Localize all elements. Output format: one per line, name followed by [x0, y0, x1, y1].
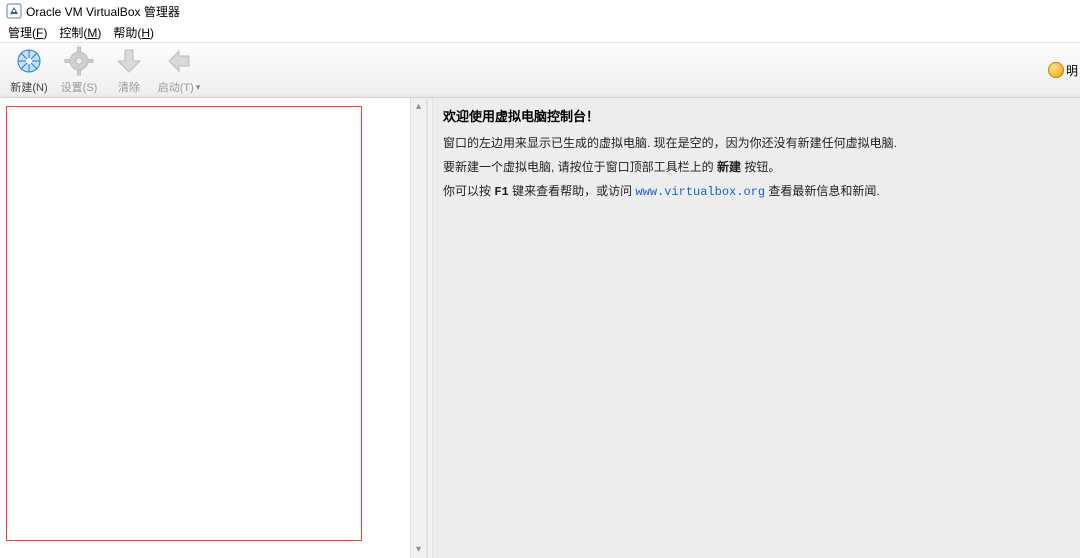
discard-button: 清除 [104, 44, 154, 96]
details-icon [1048, 62, 1064, 78]
welcome-line3: 你可以按 F1 键来查看帮助，或访问 www.virtualbox.org 查看… [443, 181, 1070, 202]
start-icon [163, 45, 195, 77]
vm-list-scrollbar[interactable]: ▴ ▾ [410, 98, 427, 558]
details-toggle[interactable]: 明 [1046, 43, 1080, 97]
settings-label: 设置(S) [61, 79, 98, 95]
gear-icon [63, 45, 95, 77]
new-button[interactable]: 新建(N) [4, 44, 54, 96]
discard-icon [113, 45, 145, 77]
start-label: 启动(T) [158, 79, 194, 95]
virtualbox-icon [6, 3, 22, 19]
welcome-title: 欢迎使用虚拟电脑控制台！ [443, 106, 1070, 125]
titlebar: Oracle VM VirtualBox 管理器 [0, 0, 1080, 22]
start-button: 启动(T)▾ [154, 44, 204, 96]
menu-help[interactable]: 帮助(H) [109, 22, 162, 43]
welcome-pane: 欢迎使用虚拟电脑控制台！ 窗口的左边用来显示已生成的虚拟电脑. 现在是空的，因为… [433, 98, 1080, 558]
welcome-line2: 要新建一个虚拟电脑, 请按位于窗口顶部工具栏上的 新建 按钮。 [443, 157, 1070, 177]
details-label: 明 [1066, 62, 1078, 79]
menubar: 管理(F) 控制(M) 帮助(H) [0, 22, 1080, 42]
menu-manage[interactable]: 管理(F) [4, 22, 55, 43]
settings-button: 设置(S) [54, 44, 104, 96]
vm-list-pane[interactable] [0, 98, 410, 558]
menu-control[interactable]: 控制(M) [55, 22, 109, 43]
window-title: Oracle VM VirtualBox 管理器 [26, 3, 180, 20]
discard-label: 清除 [118, 79, 140, 95]
welcome-line1: 窗口的左边用来显示已生成的虚拟电脑. 现在是空的，因为你还没有新建任何虚拟电脑. [443, 133, 1070, 153]
annotation-highlight [6, 106, 362, 541]
chevron-down-icon: ▾ [196, 83, 201, 92]
content-area: ▴ ▾ 欢迎使用虚拟电脑控制台！ 窗口的左边用来显示已生成的虚拟电脑. 现在是空… [0, 98, 1080, 558]
toolbar: 新建(N) 设置(S) [0, 42, 1080, 98]
virtualbox-link[interactable]: www.virtualbox.org [635, 185, 765, 199]
new-icon [13, 45, 45, 77]
scroll-down-icon[interactable]: ▾ [411, 541, 426, 558]
new-label: 新建(N) [10, 79, 47, 95]
scroll-up-icon[interactable]: ▴ [411, 98, 426, 115]
